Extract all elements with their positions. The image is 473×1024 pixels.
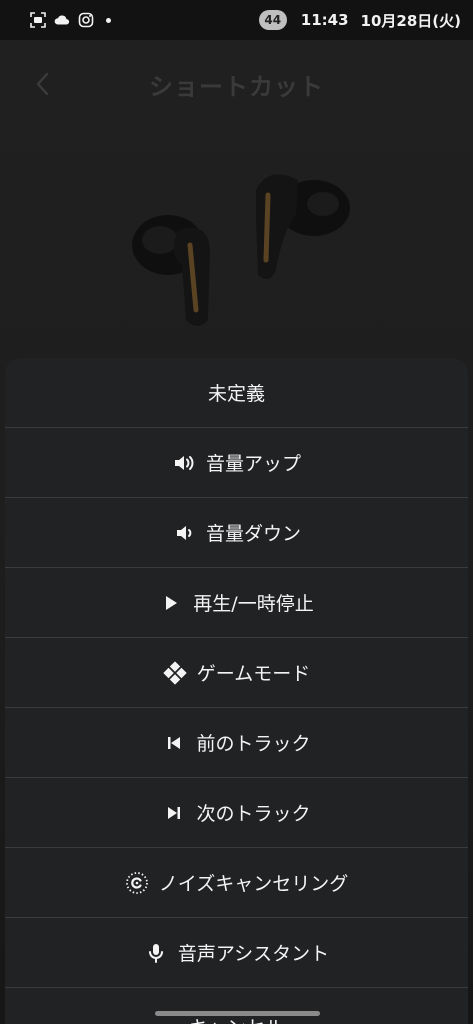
game-mode-icon — [163, 660, 187, 685]
shortcut-options-sheet: 未定義 音量アップ 音量ダウン 再生/一時停止 ゲームモード 前のトラック 次の… — [5, 358, 468, 1024]
status-time: 11:43 — [300, 11, 349, 29]
status-date: 10月28日(火) — [360, 11, 461, 30]
instagram-icon — [78, 12, 94, 28]
screen: 44 11:43 10月28日(火) ショートカット 未定義 音量アップ 音量ダ… — [0, 0, 473, 1024]
status-left — [30, 12, 111, 28]
battery-indicator: 44 — [258, 10, 287, 30]
option-next-track[interactable]: 次のトラック — [5, 778, 468, 848]
option-volume-down[interactable]: 音量ダウン — [5, 498, 468, 568]
noise-cancelling-icon — [125, 871, 149, 895]
option-undefined[interactable]: 未定義 — [5, 358, 468, 428]
option-label: ゲームモード — [196, 663, 311, 685]
next-track-icon — [162, 801, 186, 825]
back-button[interactable] — [30, 70, 54, 98]
option-label: 音量ダウン — [205, 523, 301, 545]
play-icon — [159, 591, 183, 615]
option-label: ノイズキャンセリング — [158, 873, 349, 895]
earbuds-image — [118, 160, 358, 340]
option-play-pause[interactable]: 再生/一時停止 — [5, 568, 468, 638]
option-previous-track[interactable]: 前のトラック — [5, 708, 468, 778]
home-indicator[interactable] — [155, 1011, 320, 1016]
volume-up-icon — [172, 451, 196, 475]
microphone-icon — [144, 941, 168, 965]
volume-down-icon — [172, 521, 196, 545]
option-label: 次のトラック — [196, 803, 311, 825]
option-game-mode[interactable]: ゲームモード — [5, 638, 468, 708]
cloud-icon — [54, 12, 70, 28]
status-right: 44 11:43 10月28日(火) — [258, 10, 461, 31]
page-title: ショートカット — [149, 72, 324, 101]
option-label: 音声アシスタント — [177, 943, 330, 965]
status-bar: 44 11:43 10月28日(火) — [0, 0, 473, 40]
app-header: ショートカット — [0, 64, 473, 104]
option-label: 再生/一時停止 — [193, 593, 314, 615]
notification-dot-icon — [106, 17, 111, 23]
option-label: 前のトラック — [196, 733, 311, 755]
option-label: 音量アップ — [205, 453, 301, 475]
option-noise-cancelling[interactable]: ノイズキャンセリング — [5, 848, 468, 918]
chevron-left-icon — [36, 72, 49, 96]
option-voice-assistant[interactable]: 音声アシスタント — [5, 918, 468, 988]
option-label: 未定義 — [207, 383, 265, 405]
screenshot-icon — [30, 12, 46, 28]
option-volume-up[interactable]: 音量アップ — [5, 428, 468, 498]
cancel-button[interactable]: キャンセル — [5, 991, 468, 1024]
previous-track-icon — [162, 731, 186, 755]
